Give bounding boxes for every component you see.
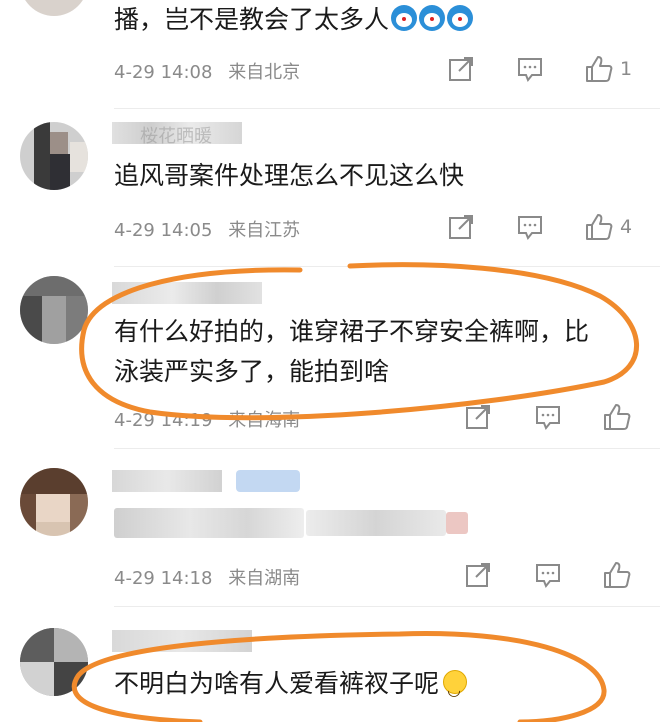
comment-body: 不明白为啥有人爱看裤衩子呢 bbox=[114, 669, 440, 698]
like-icon bbox=[586, 56, 613, 82]
smile-emoji-icon bbox=[443, 670, 468, 710]
comment-meta: 4-29 14:18 来自湖南 bbox=[114, 564, 310, 590]
doraemon-emoji-icon bbox=[391, 5, 418, 31]
like-icon bbox=[586, 214, 613, 240]
comment-item: 桜花晒暖 追风哥案件处理怎么不见这么快 4-29 14:05 来自江苏 4 bbox=[0, 110, 660, 266]
username[interactable]: 桜花晒暖 bbox=[112, 122, 242, 147]
comment-meta: 4-29 14:19 来自海南 bbox=[114, 406, 310, 432]
comment-text: 有什么好拍的，谁穿裙子不穿安全裤啊，比 泳装严实多了，能拍到啥 bbox=[114, 312, 589, 392]
comment-text: 播，岂不是教会了太多人 bbox=[114, 0, 474, 40]
comment-text: 不明白为啥有人爱看裤衩子呢 bbox=[114, 664, 468, 710]
username[interactable] bbox=[112, 470, 302, 492]
share-button[interactable] bbox=[463, 400, 493, 434]
share-button[interactable] bbox=[446, 210, 476, 244]
like-button[interactable] bbox=[602, 558, 638, 592]
comment-time: 4-29 14:08 bbox=[114, 62, 213, 83]
comment-line: 有什么好拍的，谁穿裙子不穿安全裤啊，比 bbox=[114, 317, 590, 346]
comment-meta: 4-29 14:08 来自北京 bbox=[114, 58, 310, 84]
comment-item: 播，岂不是教会了太多人 4-29 14:08 来自北京 1 bbox=[0, 0, 660, 110]
blurred-comment-text bbox=[114, 508, 304, 538]
username-text: 桜花晒暖 bbox=[140, 126, 212, 147]
divider bbox=[114, 108, 660, 109]
like-icon bbox=[604, 562, 631, 588]
comment-body: 播，岂不是教会了太多人 bbox=[114, 5, 390, 34]
blurred-emoji bbox=[446, 512, 468, 534]
doraemon-emoji-icon bbox=[447, 5, 474, 31]
comment-item: 有什么好拍的，谁穿裙子不穿安全裤啊，比 泳装严实多了，能拍到啥 4-29 14:… bbox=[0, 268, 660, 444]
share-button[interactable] bbox=[446, 52, 476, 86]
share-icon bbox=[449, 57, 473, 81]
avatar[interactable] bbox=[20, 628, 88, 696]
avatar[interactable] bbox=[20, 0, 88, 16]
blurred-comment-text bbox=[306, 510, 446, 536]
comment-location: 来自江苏 bbox=[228, 220, 301, 241]
comment-meta: 4-29 14:05 来自江苏 bbox=[114, 216, 310, 242]
avatar[interactable] bbox=[20, 468, 88, 536]
like-button[interactable]: 1 bbox=[584, 52, 632, 86]
comment-time: 4-29 14:19 bbox=[114, 410, 213, 431]
like-icon bbox=[604, 404, 631, 430]
share-icon bbox=[466, 563, 490, 587]
avatar[interactable] bbox=[20, 276, 88, 344]
comment-text: 追风哥案件处理怎么不见这么快 bbox=[114, 161, 465, 190]
divider bbox=[114, 266, 660, 267]
comment-line: 泳装严实多了，能拍到啥 bbox=[114, 357, 390, 386]
comment-icon bbox=[536, 564, 560, 588]
username[interactable] bbox=[112, 282, 262, 304]
reply-button[interactable] bbox=[515, 210, 545, 244]
doraemon-emoji-icon bbox=[419, 5, 446, 31]
reply-button[interactable] bbox=[533, 558, 563, 592]
comment-location: 来自海南 bbox=[228, 410, 301, 431]
like-button[interactable] bbox=[602, 400, 638, 434]
like-count: 4 bbox=[620, 216, 633, 238]
like-button[interactable]: 4 bbox=[584, 210, 632, 244]
like-count: 1 bbox=[620, 58, 633, 80]
avatar[interactable] bbox=[20, 122, 88, 190]
share-icon bbox=[466, 405, 490, 429]
share-button[interactable] bbox=[463, 558, 493, 592]
reply-button[interactable] bbox=[533, 400, 563, 434]
comment-icon bbox=[518, 216, 542, 240]
comment-time: 4-29 14:18 bbox=[114, 568, 213, 589]
comment-location: 来自湖南 bbox=[228, 568, 301, 589]
comment-location: 来自北京 bbox=[228, 62, 301, 83]
share-icon bbox=[449, 215, 473, 239]
comment-time: 4-29 14:05 bbox=[114, 220, 213, 241]
comment-item: 4-29 14:18 来自湖南 bbox=[0, 450, 660, 606]
divider bbox=[114, 448, 660, 449]
comment-icon bbox=[536, 406, 560, 430]
comment-icon bbox=[518, 58, 542, 82]
comment-item: 不明白为啥有人爱看裤衩子呢 bbox=[0, 608, 660, 722]
divider bbox=[114, 606, 660, 607]
reply-button[interactable] bbox=[515, 52, 545, 86]
username[interactable] bbox=[112, 630, 252, 652]
